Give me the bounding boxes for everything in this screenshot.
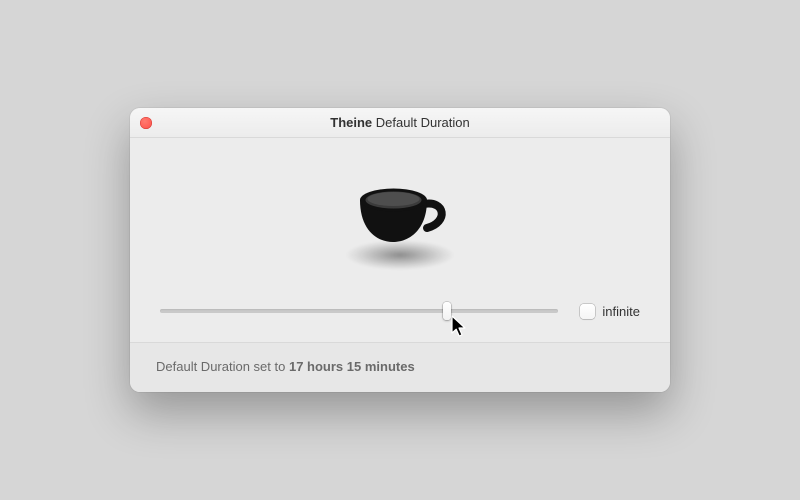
- preferences-window: Theine Default Duration: [130, 108, 670, 392]
- coffee-cup-icon: [335, 170, 465, 280]
- content-area: infinite: [130, 138, 670, 342]
- duration-slider[interactable]: [160, 302, 558, 320]
- window-title-section: Default Duration: [376, 115, 470, 130]
- window-title: Theine Default Duration: [330, 115, 469, 130]
- status-prefix: Default Duration set to: [156, 359, 289, 374]
- infinite-label: infinite: [602, 304, 640, 319]
- slider-thumb[interactable]: [443, 302, 451, 320]
- checkbox-box[interactable]: [580, 304, 595, 319]
- close-button[interactable]: [140, 117, 152, 129]
- status-value: 17 hours 15 minutes: [289, 359, 415, 374]
- infinite-checkbox[interactable]: infinite: [580, 304, 640, 319]
- controls-row: infinite: [156, 302, 644, 320]
- window-title-app: Theine: [330, 115, 372, 130]
- window-controls: [140, 117, 152, 129]
- titlebar: Theine Default Duration: [130, 108, 670, 138]
- slider-track: [160, 309, 558, 313]
- cursor-pointer-icon: [451, 315, 469, 339]
- coffee-cup-svg: [345, 170, 455, 260]
- status-footer: Default Duration set to 17 hours 15 minu…: [130, 342, 670, 392]
